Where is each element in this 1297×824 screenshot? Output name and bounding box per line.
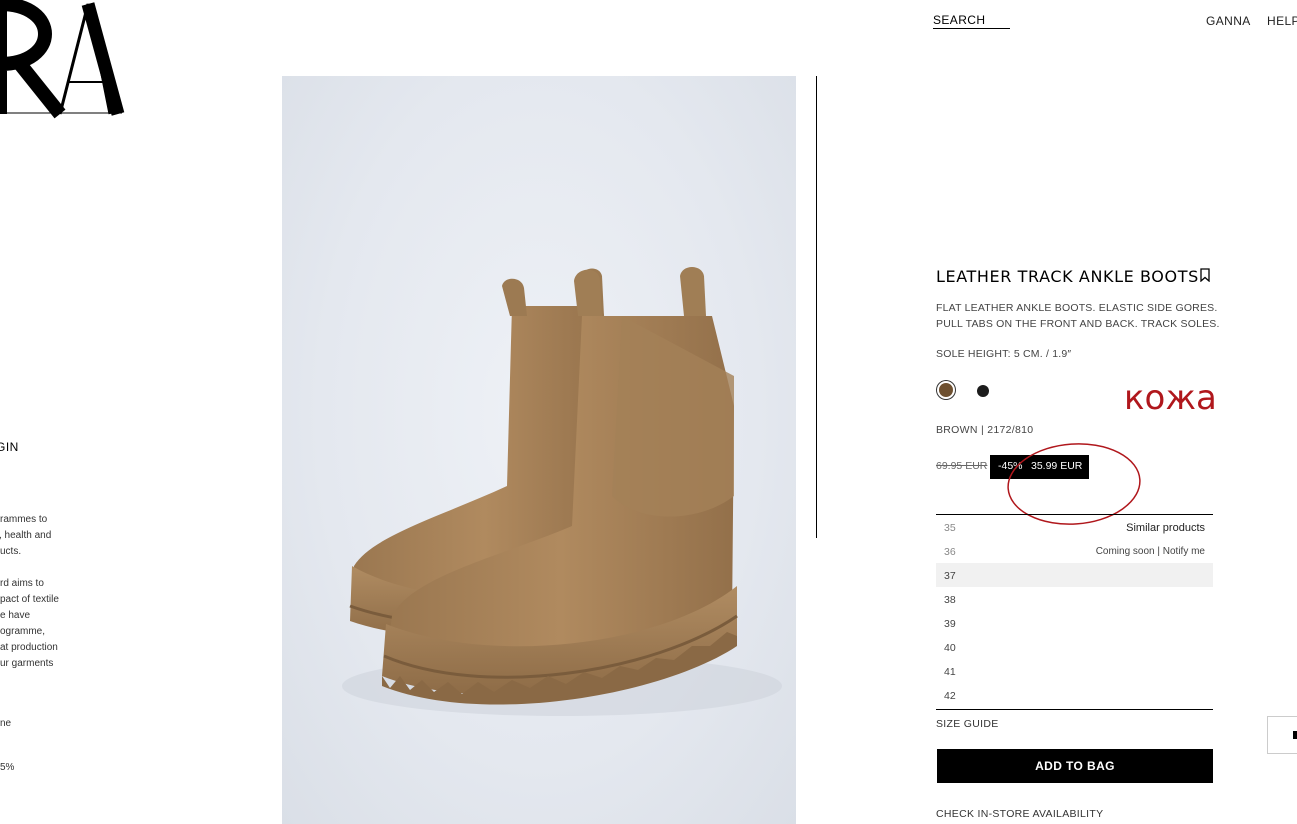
size-option-36[interactable]: 36 Coming soon | Notify me [936,539,1213,563]
side-panel-button[interactable] [1267,716,1297,754]
product-image[interactable] [282,76,796,824]
old-price: 69.95 EUR [936,460,988,472]
size-option-35[interactable]: 35 Similar products [936,515,1213,539]
size-option-41[interactable]: 41 [936,659,1213,683]
origin-heading: ORRIGIN [0,440,19,454]
size-option-37[interactable]: 37 [936,563,1213,587]
search-input[interactable]: SEARCH [933,13,1010,29]
boots-illustration [342,267,782,716]
sole-height: SOLE HEIGHT: 5 CM. / 1.9″ [936,348,1072,360]
product-description: FLAT LEATHER ANKLE BOOTS. ELASTIC SIDE G… [936,302,1220,330]
color-swatch-brown[interactable] [939,383,953,397]
notify-me-link[interactable]: Coming soon | Notify me [1096,546,1205,557]
size-selector: 35 Similar products 36 Coming soon | Not… [936,514,1213,710]
origin-text-3: ne [0,718,12,729]
origin-paragraph-2: rd aims to pact of textile e have ogramm… [0,578,59,669]
similar-products-link[interactable]: Similar products [1126,522,1205,534]
divider-line [816,76,817,538]
help-link[interactable]: HELP [1267,14,1297,28]
color-reference: BROWN | 2172/810 [936,424,1034,436]
account-link[interactable]: GANNA [1206,14,1251,28]
check-store-availability-link[interactable]: CHECK IN-STORE AVAILABILITY [936,808,1103,820]
product-title: LEATHER TRACK ANKLE BOOTS [936,267,1199,286]
annotation-text: кожа [1124,378,1217,418]
size-option-42[interactable]: 42 [936,683,1213,707]
origin-text-4: 5% [0,762,15,773]
size-option-40[interactable]: 40 [936,635,1213,659]
size-option-39[interactable]: 39 [936,611,1213,635]
origin-paragraph-1: rammes to , health and ucts. [0,514,52,557]
add-to-bag-button[interactable]: ADD TO BAG [937,749,1213,783]
size-guide-link[interactable]: SIZE GUIDE [936,718,999,730]
bookmark-icon[interactable] [1199,268,1211,282]
color-swatch-black[interactable] [977,385,989,397]
size-option-38[interactable]: 38 [936,587,1213,611]
square-icon [1293,731,1297,739]
left-info-panel: ORRIGIN rammes to , health and ucts. rd … [0,0,80,824]
